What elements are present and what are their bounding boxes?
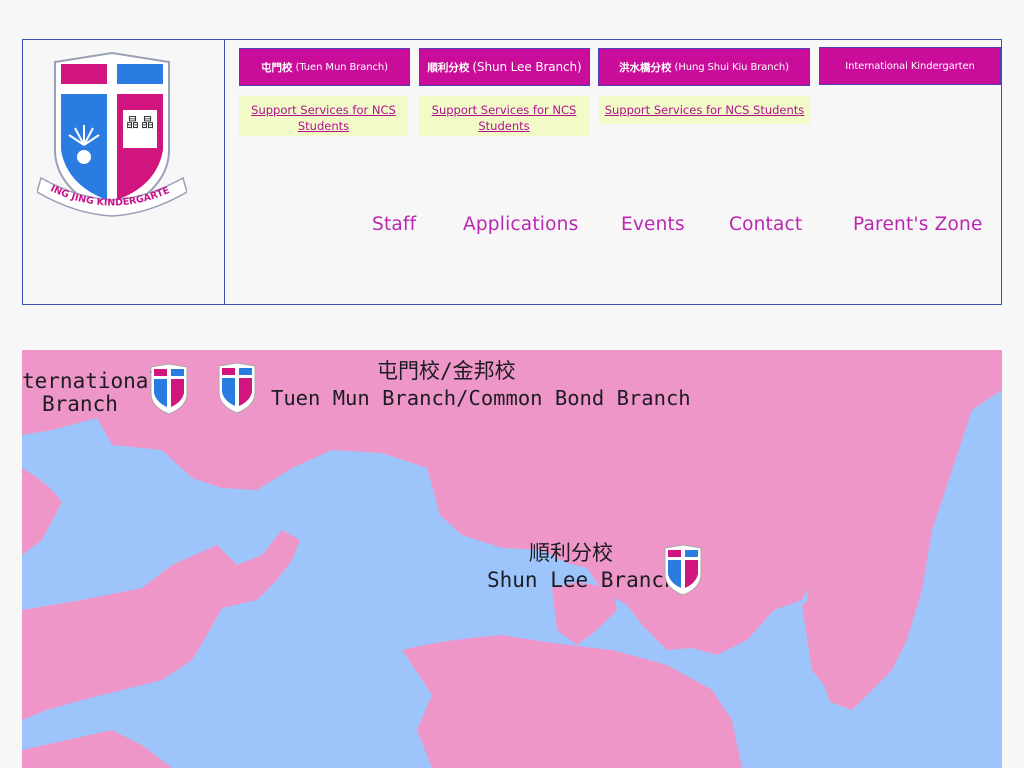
tuen-mun-branch-pin-icon[interactable] [215,362,259,414]
map-label-shun-lee-zh: 順利分校 [529,541,613,565]
logo-glyph-left: 晶 [126,116,139,131]
branch-zh: 屯門校 [261,61,293,74]
nav-contact[interactable]: Contact [729,214,802,235]
map-label-tuen-mun-en: Tuen Mun Branch/Common Bond Branch [271,386,691,410]
branch-location-map[interactable]: ternational Branch 屯門校/金邦校 Tuen Mun Bran… [22,350,1002,768]
site-header: 晶 晶 JING JING KINDERGARTEN 屯門校(Tuen Mun … [22,39,1002,305]
map-label-tuen-mun-zh: 屯門校/金邦校 [377,359,516,383]
branch-button-international[interactable]: International Kindergarten [819,47,1001,85]
branch-button-tuen-mun[interactable]: 屯門校 (Tuen Mun Branch) [239,48,410,86]
nav-staff[interactable]: Staff [372,214,416,235]
map-label-international-branch: Branch [42,392,118,416]
branch-en: (Hung Shui Kiu Branch) [674,61,790,73]
ncs-support-link-tuen-mun[interactable]: Support Services for NCS Students [239,96,408,136]
branch-en: International Kindergarten [845,60,975,72]
branch-zh: 洪水橋分校 [619,61,672,74]
logo-cell: 晶 晶 JING JING KINDERGARTEN [23,40,225,304]
ncs-support-link-shun-lee[interactable]: Support Services for NCS Students [419,96,589,136]
nav-parents-zone[interactable]: Parent's Zone [853,214,983,235]
school-crest-logo[interactable]: 晶 晶 JING JING KINDERGARTEN [37,50,187,220]
branch-zh: 順利分校 [427,61,470,74]
branch-button-shun-lee[interactable]: 順利分校 (Shun Lee Branch) [419,48,590,86]
shun-lee-branch-pin-icon[interactable] [661,544,705,596]
nav-applications[interactable]: Applications [463,214,578,235]
international-branch-pin-icon[interactable] [147,363,191,415]
ncs-support-link-hung-shui-kiu[interactable]: Support Services for NCS Students [599,96,810,124]
branch-button-hung-shui-kiu[interactable]: 洪水橋分校 (Hung Shui Kiu Branch) [598,48,810,86]
branch-en: (Shun Lee Branch) [472,60,582,74]
map-label-international: ternational [22,369,162,393]
branch-en: (Tuen Mun Branch) [295,61,389,73]
logo-glyph-right: 晶 [141,116,154,131]
nav-events[interactable]: Events [621,214,685,235]
map-label-shun-lee-en: Shun Lee Branch [487,568,677,592]
